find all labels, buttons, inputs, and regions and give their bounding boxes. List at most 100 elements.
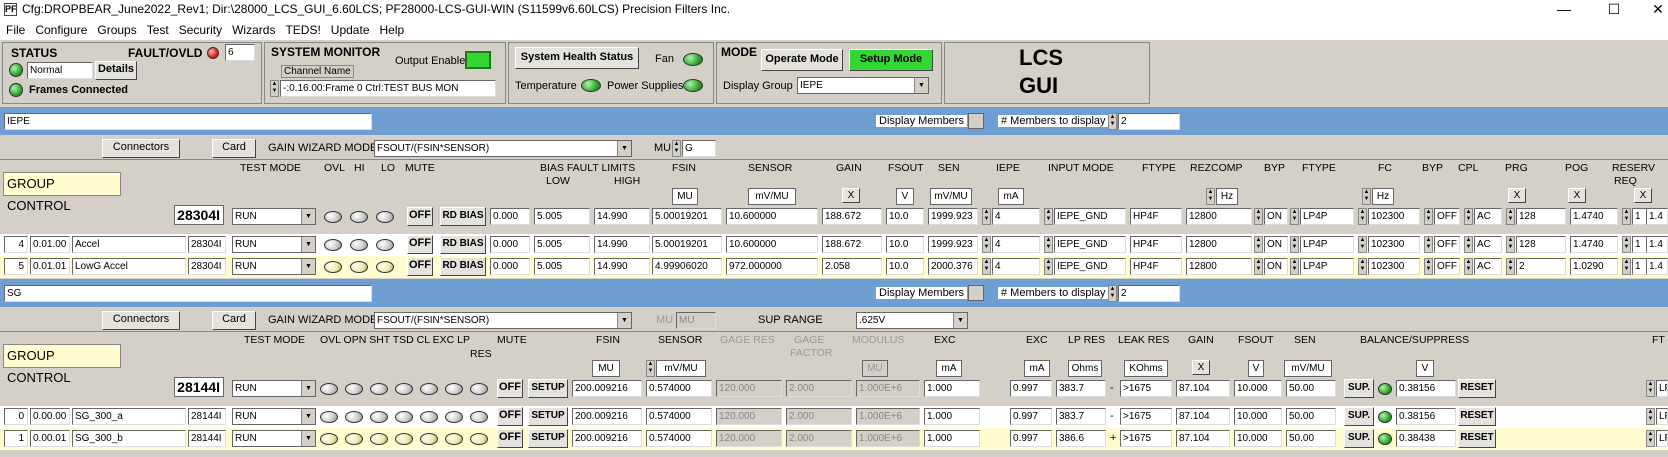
close-icon[interactable]: ✕ — [1648, 0, 1668, 18]
sg-wizard-select[interactable]: FSOUT/(FSIN*SENSOR) — [374, 312, 632, 329]
iepe-ctrl-byp[interactable]: ON — [1264, 208, 1288, 225]
row-ft[interactable]: LF — [1656, 408, 1668, 425]
iepe-mu-spinner[interactable]: ▲ ▼ — [672, 140, 681, 157]
row-byp-spinner[interactable]: ▲ ▼ — [1254, 236, 1263, 253]
iepe-ctrl-prg[interactable]: 128 — [1516, 208, 1566, 225]
menu-update[interactable]: Update — [331, 23, 370, 37]
row-gain[interactable]: 188.672 — [822, 236, 882, 253]
row-ftype[interactable]: HP4F — [1130, 258, 1182, 275]
menu-groups[interactable]: Groups — [97, 23, 136, 37]
row-sup[interactable]: SUP. — [1344, 429, 1374, 448]
iepe-ctrl-cpl[interactable]: AC — [1474, 208, 1502, 225]
row-name[interactable]: Accel — [72, 236, 186, 253]
row-sen[interactable]: 50.00 — [1286, 430, 1336, 447]
row-pog[interactable]: 1.0290 — [1570, 258, 1618, 275]
row-input-mode[interactable]: IEPE_GND — [1054, 236, 1126, 253]
row-extra[interactable]: 1.4 — [1646, 258, 1668, 275]
row-fsout[interactable]: 10.0 — [886, 236, 924, 253]
iepe-ctrl-iepe[interactable]: 4 — [992, 208, 1040, 225]
table-row[interactable]: 1 0.00.01 SG_300_b 28144I RUN OFF SETUP … — [0, 428, 1668, 450]
iepe-ctrl-byp2-spinner[interactable]: ▲ ▼ — [1424, 208, 1433, 225]
row-high[interactable]: 14.990 — [594, 258, 650, 275]
row-rez[interactable]: 12800 — [1186, 258, 1252, 275]
row-byp[interactable]: ON — [1264, 258, 1288, 275]
iepe-ctrl-byp2[interactable]: OFF — [1434, 208, 1460, 225]
row-extra[interactable]: 1.4 — [1646, 236, 1668, 253]
row-byp2[interactable]: OFF — [1434, 258, 1460, 275]
table-row[interactable]: 4 0.01.00 Accel 28304I RUN OFF RD BIAS 0… — [0, 234, 1668, 256]
row-name[interactable]: SG_300_b — [72, 430, 186, 447]
minimize-icon[interactable]: — — [1554, 0, 1574, 18]
iepe-ctrl-fc[interactable]: 102300 — [1368, 208, 1420, 225]
row-iepe[interactable]: 4 — [992, 258, 1040, 275]
row-fsin[interactable]: 200.009216 — [572, 408, 642, 425]
row-exc[interactable]: 1.000 — [924, 408, 980, 425]
row-byp2-spinner[interactable]: ▲ ▼ — [1424, 258, 1433, 275]
table-row[interactable]: 5 0.01.01 LowG Accel 28304I RUN OFF RD B… — [0, 256, 1668, 278]
iepe-ctrl-rez[interactable]: 12800 — [1186, 208, 1252, 225]
row-fc-spinner[interactable]: ▲ ▼ — [1358, 236, 1367, 253]
row-sensor[interactable]: 0.574000 — [646, 408, 712, 425]
sg-sensor-unit-spinner[interactable]: ▲ ▼ — [646, 360, 655, 377]
channel-name-field[interactable]: -:0.16.00:Frame 0 Ctrl:TEST BUS MON — [280, 80, 496, 97]
sg-ctrl-exc[interactable]: 1.000 — [924, 380, 980, 397]
row-input-spinner[interactable]: ▲ ▼ — [1044, 236, 1053, 253]
row-setup[interactable]: SETUP — [528, 429, 568, 448]
iepe-fc-spinner[interactable]: ▲ ▼ — [1362, 188, 1371, 205]
row-ftype[interactable]: HP4F — [1130, 236, 1182, 253]
row-cpl-spinner[interactable]: ▲ ▼ — [1464, 258, 1473, 275]
row-fc[interactable]: 102300 — [1368, 236, 1420, 253]
row-fsout[interactable]: 10.000 — [1234, 408, 1282, 425]
row-rdbias[interactable]: RD BIAS — [440, 257, 486, 276]
row-req-spinner[interactable]: ▲ ▼ — [1622, 236, 1631, 253]
menu-teds[interactable]: TEDS! — [285, 23, 320, 37]
iepe-group-name[interactable]: IEPE — [4, 113, 372, 130]
row-mute[interactable]: OFF — [497, 429, 523, 448]
row-sup[interactable]: SUP. — [1344, 407, 1374, 426]
row-ft-spinner[interactable]: ▲ ▼ — [1646, 430, 1655, 447]
row-test-mode[interactable]: RUN — [232, 408, 316, 425]
operate-mode-button[interactable]: Operate Mode — [761, 49, 843, 71]
row-iepe-spinner[interactable]: ▲ ▼ — [982, 236, 991, 253]
row-sen[interactable]: 2000.376 — [928, 258, 978, 275]
row-gain[interactable]: 87.104 — [1176, 430, 1230, 447]
sg-sup-range-select[interactable]: .625V — [856, 312, 968, 329]
iepe-ctrl-ftype2-spinner[interactable]: ▲ ▼ — [1290, 208, 1299, 225]
row-input-spinner[interactable]: ▲ ▼ — [1044, 258, 1053, 275]
row-cpl[interactable]: AC — [1474, 258, 1502, 275]
row-reset[interactable]: RESET — [1458, 429, 1496, 448]
sg-display-members-checkbox[interactable] — [968, 285, 984, 301]
row-name[interactable]: LowG Accel — [72, 258, 186, 275]
iepe-ctrl-rdbias[interactable]: RD BIAS — [440, 207, 486, 226]
iepe-ctrl-cpl-spinner[interactable]: ▲ ▼ — [1464, 208, 1473, 225]
row-name[interactable]: SG_300_a — [72, 408, 186, 425]
iepe-ctrl-prg-spinner[interactable]: ▲ ▼ — [1506, 208, 1515, 225]
iepe-wizard-select[interactable]: FSOUT/(FSIN*SENSOR) — [374, 140, 632, 157]
iepe-ctrl-req-spinner[interactable]: ▲ ▼ — [1622, 208, 1631, 225]
sg-ctrl-mute[interactable]: OFF — [497, 379, 523, 398]
row-prg[interactable]: 128 — [1516, 236, 1566, 253]
details-button[interactable]: Details — [95, 61, 137, 80]
iepe-display-members-checkbox[interactable] — [968, 113, 984, 129]
row-cpl-spinner[interactable]: ▲ ▼ — [1464, 236, 1473, 253]
channel-spinner[interactable]: ▲ ▼ — [270, 80, 279, 97]
row-ftype2[interactable]: LP4P — [1300, 258, 1354, 275]
row-iepe-spinner[interactable]: ▲ ▼ — [982, 258, 991, 275]
iepe-ctrl-high[interactable]: 14.990 — [594, 208, 650, 225]
sg-group-name[interactable]: SG — [4, 285, 372, 302]
iepe-unit-prg[interactable]: X — [1508, 188, 1526, 203]
row-byp[interactable]: ON — [1264, 236, 1288, 253]
setup-mode-button[interactable]: Setup Mode — [849, 49, 933, 71]
row-byp-spinner[interactable]: ▲ ▼ — [1254, 258, 1263, 275]
row-fsout[interactable]: 10.0 — [886, 258, 924, 275]
row-test-mode[interactable]: RUN — [232, 236, 316, 253]
row-pog[interactable]: 1.4740 — [1570, 236, 1618, 253]
row-mute[interactable]: OFF — [497, 407, 523, 426]
menu-test[interactable]: Test — [147, 23, 169, 37]
iepe-ctrl-input-spinner[interactable]: ▲ ▼ — [1044, 208, 1053, 225]
row-mute[interactable]: OFF — [407, 257, 433, 276]
menu-configure[interactable]: Configure — [35, 23, 87, 37]
row-cpl[interactable]: AC — [1474, 236, 1502, 253]
row-prg[interactable]: 2 — [1516, 258, 1566, 275]
table-row[interactable]: 0 0.00.00 SG_300_a 28144I RUN OFF SETUP … — [0, 406, 1668, 428]
